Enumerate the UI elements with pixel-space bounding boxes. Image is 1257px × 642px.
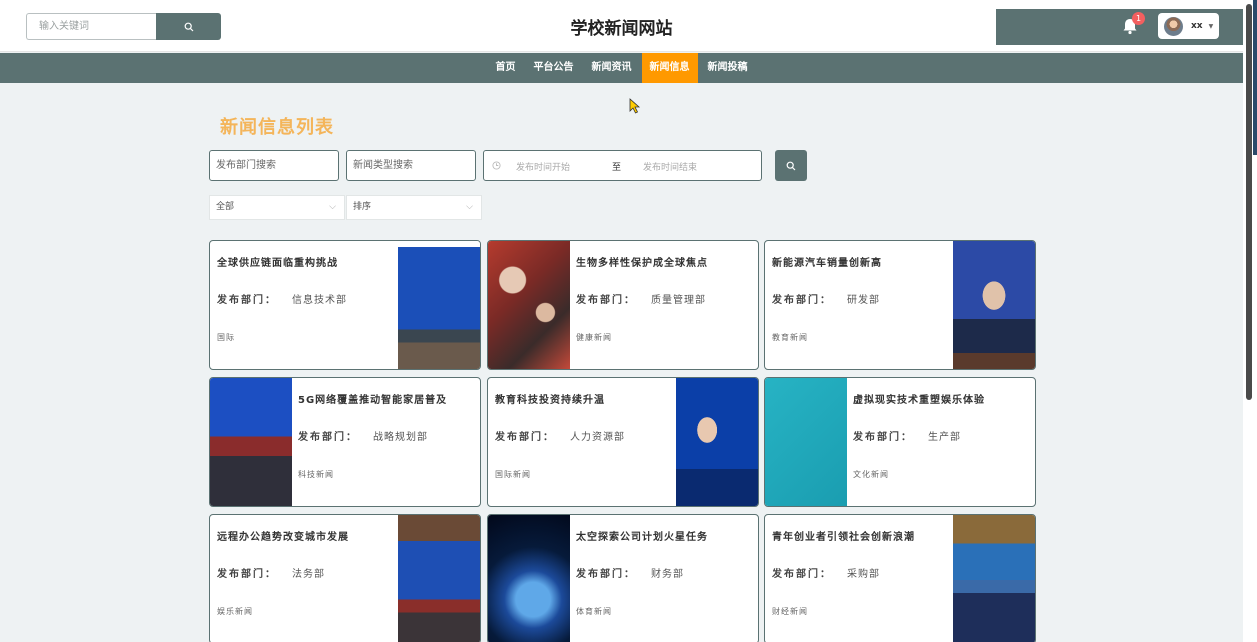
card-dept-label: 发布部门： <box>217 569 277 580</box>
card-title: 5G网络覆盖推动智能家居普及 <box>298 395 448 406</box>
card-dept-label: 发布部门： <box>495 432 555 443</box>
card-title: 全球供应链面临重构挑战 <box>217 258 338 269</box>
nav-item-news-list[interactable]: 新闻信息 <box>641 53 698 83</box>
card-dept-value: 人力资源部 <box>570 432 625 443</box>
nav-item-submission[interactable]: 新闻投稿 <box>700 53 756 83</box>
notification-badge: 1 <box>1132 12 1145 25</box>
clock-icon <box>492 161 501 170</box>
sort-select-value: 排序 <box>353 202 372 212</box>
card-type: 科技新闻 <box>298 470 334 479</box>
card-type: 国际 <box>217 333 235 342</box>
user-menu[interactable]: xx ▼ <box>1158 13 1219 39</box>
card-type: 财经新闻 <box>772 607 808 616</box>
card-type: 教育新闻 <box>772 333 808 342</box>
card-dept-value: 信息技术部 <box>292 295 347 306</box>
card-dept-label: 发布部门： <box>772 295 832 306</box>
mouse-cursor-icon <box>629 98 641 114</box>
card-thumbnail <box>953 241 1035 369</box>
card-type: 文化新闻 <box>853 470 889 479</box>
card-title: 青年创业者引领社会创新浪潮 <box>772 532 915 543</box>
card-dept-value: 质量管理部 <box>651 295 706 306</box>
card-dept-value: 财务部 <box>651 569 684 580</box>
news-card[interactable]: 远程办公趋势改变城市发展 发布部门： 法务部 娱乐新闻 <box>209 514 481 642</box>
category-select-value: 全部 <box>216 202 235 212</box>
sort-select[interactable]: 排序 ⌵ <box>346 195 482 220</box>
avatar <box>1164 16 1183 36</box>
card-dept-label: 发布部门： <box>576 295 636 306</box>
card-dept-value: 采购部 <box>847 569 880 580</box>
card-dept-label: 发布部门： <box>298 432 358 443</box>
search-icon <box>786 161 796 170</box>
nav-item-news-info[interactable]: 新闻资讯 <box>584 53 640 83</box>
news-card[interactable]: 新能源汽车销量创新高 发布部门： 研发部 教育新闻 <box>764 240 1036 370</box>
type-search-input[interactable]: 新闻类型搜索 <box>346 150 476 181</box>
card-title: 太空探索公司计划火星任务 <box>576 532 708 543</box>
news-card[interactable]: 全球供应链面临重构挑战 发布部门： 信息技术部 国际 <box>209 240 481 370</box>
card-title: 远程办公趋势改变城市发展 <box>217 532 349 543</box>
card-thumbnail <box>488 515 570 642</box>
card-dept-label: 发布部门： <box>853 432 913 443</box>
card-type: 娱乐新闻 <box>217 607 253 616</box>
header: 学校新闻网站 1 xx ▼ <box>0 0 1257 52</box>
list-title: 新闻信息列表 <box>220 117 334 138</box>
news-card[interactable]: 5G网络覆盖推动智能家居普及 发布部门： 战略规划部 科技新闻 <box>209 377 481 507</box>
news-card[interactable]: 青年创业者引领社会创新浪潮 发布部门： 采购部 财经新闻 <box>764 514 1036 642</box>
card-title: 新能源汽车销量创新高 <box>772 258 882 269</box>
chevron-down-icon: ⌵ <box>329 202 336 212</box>
card-thumbnail <box>398 241 480 369</box>
chevron-down-icon: ⌵ <box>466 202 473 212</box>
card-thumbnail <box>765 378 847 506</box>
nav-item-announcements[interactable]: 平台公告 <box>526 53 582 83</box>
card-dept-value: 战略规划部 <box>373 432 428 443</box>
card-thumbnail <box>953 515 1035 642</box>
card-dept-label: 发布部门： <box>217 295 277 306</box>
card-title: 教育科技投资持续升温 <box>495 395 605 406</box>
department-search-input[interactable]: 发布部门搜索 <box>209 150 339 181</box>
category-select[interactable]: 全部 ⌵ <box>209 195 345 220</box>
card-thumbnail <box>398 515 480 642</box>
news-card[interactable]: 生物多样性保护成全球焦点 发布部门： 质量管理部 健康新闻 <box>487 240 759 370</box>
user-panel: 1 xx ▼ <box>996 9 1243 45</box>
card-dept-value: 生产部 <box>928 432 961 443</box>
card-type: 健康新闻 <box>576 333 612 342</box>
card-type: 国际新闻 <box>495 470 531 479</box>
card-dept-label: 发布部门： <box>772 569 832 580</box>
date-end-input[interactable]: 发布时间结束 <box>643 160 697 173</box>
user-name: xx <box>1191 21 1203 31</box>
card-thumbnail <box>488 241 570 369</box>
date-range-picker[interactable]: 发布时间开始 至 发布时间结束 <box>483 150 762 181</box>
filter-search-button[interactable] <box>775 150 807 181</box>
card-dept-label: 发布部门： <box>576 569 636 580</box>
date-separator: 至 <box>612 163 622 173</box>
news-card[interactable]: 虚拟现实技术重塑娱乐体验 发布部门： 生产部 文化新闻 <box>764 377 1036 507</box>
nav-item-home[interactable]: 首页 <box>488 53 524 83</box>
card-dept-value: 研发部 <box>847 295 880 306</box>
window-edge <box>1253 0 1257 155</box>
news-card[interactable]: 太空探索公司计划火星任务 发布部门： 财务部 体育新闻 <box>487 514 759 642</box>
card-type: 体育新闻 <box>576 607 612 616</box>
card-dept-value: 法务部 <box>292 569 325 580</box>
caret-down-icon: ▼ <box>1208 22 1214 30</box>
card-thumbnail <box>210 378 292 506</box>
main-nav: 首页 平台公告 新闻资讯 新闻信息 新闻投稿 <box>0 53 1243 83</box>
card-thumbnail <box>676 378 758 506</box>
scrollbar-thumb[interactable] <box>1246 4 1252 400</box>
news-card[interactable]: 教育科技投资持续升温 发布部门： 人力资源部 国际新闻 <box>487 377 759 507</box>
date-start-input[interactable]: 发布时间开始 <box>516 160 570 173</box>
card-title: 虚拟现实技术重塑娱乐体验 <box>853 395 985 406</box>
card-title: 生物多样性保护成全球焦点 <box>576 258 708 269</box>
